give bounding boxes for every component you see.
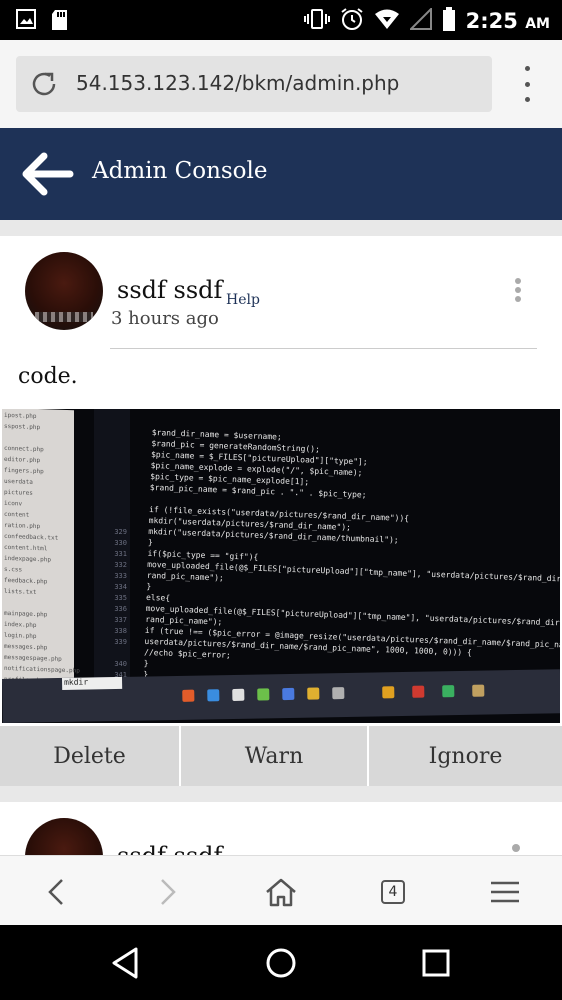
clock: 2:25 AM <box>465 9 550 33</box>
photo-file-name: messagespage.php <box>4 653 62 663</box>
photo-line-number: 337 <box>114 616 127 624</box>
photo-file-name: messages.php <box>4 642 48 652</box>
url-text[interactable]: 54.153.123.142/bkm/admin.php <box>76 71 399 95</box>
photo-line-numbers: 329 330 331 332 333 334 335 336 337 338 339 340 341… <box>94 409 130 712</box>
warn-button[interactable]: Warn <box>181 726 367 786</box>
photo-file-name: login.php <box>4 631 37 640</box>
photo-file-name: connect.php <box>4 444 44 454</box>
photo-code: $rand_dir_name = $username; $rand_pic = g… <box>143 427 560 694</box>
app-header: Admin Console <box>0 128 562 220</box>
photo-line-number: 331 <box>114 550 127 558</box>
photo-file-name: mainpage.php <box>4 609 48 619</box>
url-bar[interactable]: 54.153.123.142/bkm/admin.php <box>16 56 492 112</box>
photo-file-list: ipost.php sspost.php connect.php editor.ph… <box>2 409 80 695</box>
alarm-icon <box>340 7 364 35</box>
browser-menu-icon[interactable] <box>512 66 542 102</box>
avatar[interactable] <box>25 252 103 330</box>
browser-back-icon[interactable] <box>38 874 74 910</box>
photo-file-name: indexpage.php <box>4 554 51 564</box>
delete-button[interactable]: Delete <box>0 726 179 786</box>
photo-file-name: pictures <box>4 488 33 497</box>
image-icon <box>16 9 36 35</box>
photo-file-name: confeedback.txt <box>4 532 59 542</box>
post-text: code. <box>18 364 78 389</box>
photo-file-name: iconv <box>4 499 23 508</box>
photo-line-number: 333 <box>114 572 127 580</box>
photo-file-name: content <box>4 510 30 519</box>
tabs-button[interactable]: 4 <box>375 874 411 910</box>
back-arrow-icon[interactable] <box>20 148 76 204</box>
photo-file-name: content.html <box>4 543 48 553</box>
home-icon[interactable] <box>263 874 299 910</box>
photo-line-number: 340 <box>114 660 127 668</box>
photo-file-name: sspost.php <box>4 422 41 432</box>
photo-line-number: 334 <box>114 583 127 591</box>
battery-icon <box>442 7 456 35</box>
photo-file-name: feedback.php <box>4 576 48 586</box>
post-menu-icon[interactable] <box>512 278 524 302</box>
photo-taskbar: mkdir <box>2 669 560 723</box>
photo-file-name: ration.php <box>4 521 41 531</box>
photo-search-text: mkdir <box>61 676 123 690</box>
photo-line-number: 338 <box>114 627 127 635</box>
page-title: Admin Console <box>92 158 268 184</box>
hamburger-menu-icon[interactable] <box>487 874 523 910</box>
post-card: ssdf ssdf <box>0 802 562 862</box>
post-menu-icon[interactable] <box>512 844 520 852</box>
photo-file-name: ipost.php <box>4 411 37 420</box>
photo-line-number: 329 <box>114 528 127 536</box>
photo-file-name <box>4 434 72 443</box>
moderation-actions: Delete Warn Ignore <box>0 726 562 786</box>
nav-back-icon[interactable] <box>108 945 144 981</box>
photo-line-number: 336 <box>114 605 127 613</box>
photo-line-number <box>94 648 130 659</box>
photo-file-name: lists.txt <box>4 587 37 596</box>
tab-count: 4 <box>381 880 405 904</box>
photo-file-name: s.css <box>4 565 23 574</box>
status-bar: 2:25 AM <box>0 0 562 40</box>
photo-line-number: 339 <box>114 638 127 646</box>
photo-file-name: editor.php <box>4 455 41 465</box>
signal-icon <box>408 6 432 34</box>
wifi-icon <box>374 8 400 34</box>
photo-file-name: index.php <box>4 620 37 629</box>
photo-file-name: fingers.php <box>4 466 44 476</box>
browser-forward-icon[interactable] <box>150 874 186 910</box>
user-name[interactable]: ssdf ssdf <box>117 276 222 304</box>
help-link[interactable]: Help <box>226 292 260 308</box>
photo-file-name: notificationspage.php <box>4 664 80 675</box>
photo-line-number: 330 <box>114 539 127 547</box>
post-timestamp: 3 hours ago <box>111 308 219 329</box>
post-card: ssdf ssdf Help 3 hours ago code. ipost.p… <box>0 236 562 786</box>
ignore-button[interactable]: Ignore <box>369 726 562 786</box>
photo-file-name <box>4 599 72 608</box>
vibrate-icon <box>303 8 330 34</box>
divider <box>110 348 537 349</box>
browser-toolbar: 54.153.123.142/bkm/admin.php <box>0 40 562 128</box>
nav-home-icon[interactable] <box>263 945 299 981</box>
photo-line-number: 332 <box>114 561 127 569</box>
nav-recents-icon[interactable] <box>418 945 454 981</box>
browser-bottom-bar: 4 <box>0 855 562 925</box>
post-photo[interactable]: ipost.php sspost.php connect.php editor.ph… <box>2 409 560 723</box>
photo-file-name: userdata <box>4 477 33 486</box>
system-nav-bar <box>0 925 562 1000</box>
sd-card-icon <box>50 9 70 35</box>
photo-line-number: 335 <box>114 594 127 602</box>
reload-icon[interactable] <box>28 68 60 104</box>
